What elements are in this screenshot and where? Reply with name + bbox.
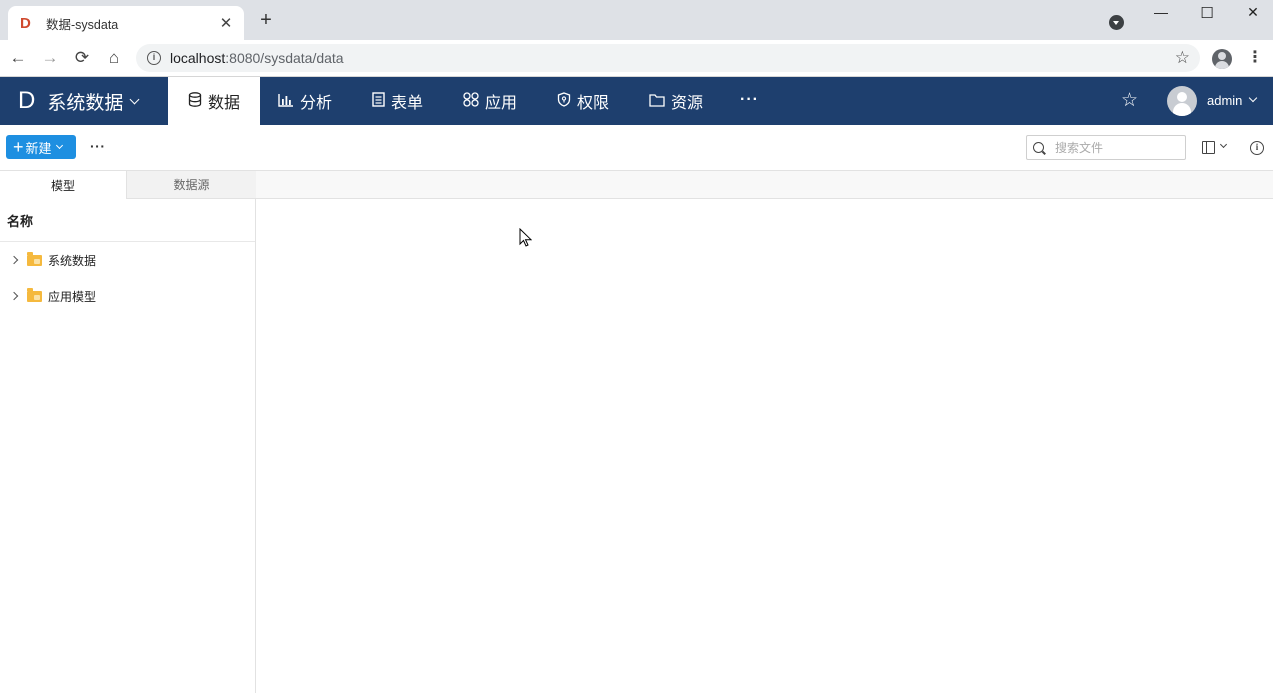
favorites-star-icon[interactable]: ☆ [1121,89,1138,112]
mouse-cursor-icon [519,228,532,247]
bookmark-star-icon[interactable]: ☆ [1175,48,1190,68]
site-info-icon[interactable]: i [147,51,161,65]
tree-item-system-data[interactable]: 系统数据 [0,242,255,278]
app-title: 系统数据 [47,92,124,114]
minimize-button[interactable]: — [1151,4,1171,22]
action-bar: + 新建 ··· i [0,125,1273,171]
browser-toolbar: ← → ⟳ ⌂ i localhost:8080/sysdata/data ☆ [0,40,1273,77]
main-content [256,171,1273,693]
bar-chart-icon [278,93,294,110]
back-icon[interactable]: ← [8,48,28,68]
apps-icon [463,92,479,110]
form-icon [372,92,385,110]
browser-tab[interactable]: D 数据-sysdata ✕ [8,6,244,40]
chevron-right-icon[interactable] [9,255,19,265]
nav-tab-label: 分析 [300,95,333,112]
maximize-button[interactable]: ☐ [1197,4,1217,22]
main-header-bar [256,171,1273,199]
nav-tab-forms[interactable]: 表单 [372,77,423,125]
new-tab-button[interactable]: + [256,10,276,30]
search-box[interactable] [1026,135,1186,160]
reload-icon[interactable]: ⟳ [72,48,92,68]
chevron-down-icon[interactable] [1248,93,1258,103]
chevron-down-icon[interactable] [1219,140,1228,149]
avatar[interactable] [1167,86,1197,116]
search-input[interactable] [1055,140,1175,155]
username[interactable]: admin [1207,93,1242,108]
chevron-right-icon[interactable] [9,291,19,301]
nav-tab-label: 资源 [671,95,704,112]
nav-tab-label: 权限 [577,95,610,112]
layout-toggle-icon[interactable] [1202,141,1215,154]
nav-tab-label: 应用 [485,95,518,112]
plus-icon: + [13,137,24,157]
nav-tab-label: 数据 [208,95,241,112]
browser-tabstrip: D 数据-sysdata ✕ + — ☐ ✕ [0,0,1273,40]
nav-tab-data[interactable]: 数据 [168,77,260,125]
tab-model[interactable]: 模型 [0,171,126,199]
tab-title: 数据-sysdata [46,17,119,32]
browser-profile-icon[interactable] [1212,49,1232,69]
app-logo: D [18,87,36,114]
tree-item-label: 系统数据 [48,253,97,268]
nav-tab-apps[interactable]: 应用 [463,77,517,125]
database-icon [188,92,202,110]
nav-tab-label: 表单 [391,95,424,112]
folder-icon [649,93,665,110]
tree-item-label: 应用模型 [48,289,97,304]
favicon-icon: D [20,14,31,32]
address-bar[interactable]: i localhost:8080/sysdata/data ☆ [136,44,1200,72]
url-text[interactable]: localhost:8080/sysdata/data [170,50,344,66]
column-header-name: 名称 [0,199,255,242]
tab-search-icon[interactable] [1109,15,1124,30]
folder-apps-icon [27,287,42,302]
new-button[interactable]: + 新建 [6,135,76,159]
home-icon[interactable]: ⌂ [104,48,124,68]
window-close-button[interactable]: ✕ [1243,4,1263,22]
tab-datasource[interactable]: 数据源 [126,171,256,199]
new-button-label: 新建 [25,140,52,156]
nav-tab-analysis[interactable]: 分析 [278,77,332,125]
app-switcher[interactable]: D 系统数据 [18,77,140,125]
chevron-down-icon [129,94,140,104]
info-icon[interactable]: i [1250,141,1264,155]
left-panel: 模型 数据源 名称 系统数据 应用模型 [0,171,256,693]
more-actions-icon[interactable]: ··· [90,138,106,154]
browser-menu-icon[interactable]: ⋮ [1247,48,1263,68]
app-header: D 系统数据 数据 分析 表单 应用 权限 资源 ··· ☆ admin [0,77,1273,125]
nav-tab-resources[interactable]: 资源 [649,77,703,125]
folder-data-icon [27,251,42,266]
tree-item-app-models[interactable]: 应用模型 [0,278,255,314]
more-nav-icon[interactable]: ··· [740,91,759,109]
chevron-down-icon [55,141,63,150]
forward-icon[interactable]: → [40,48,60,68]
nav-tab-permissions[interactable]: 权限 [557,77,609,125]
shield-icon [557,92,571,110]
tab-close-icon[interactable]: ✕ [218,14,234,32]
search-icon [1033,142,1044,153]
